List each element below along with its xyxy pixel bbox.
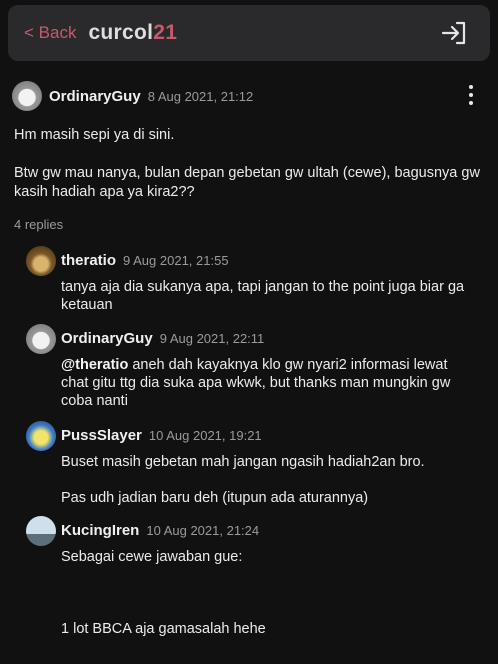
reply-author[interactable]: PussSlayer	[61, 427, 142, 444]
login-arrow-icon[interactable]	[440, 21, 468, 45]
avatar[interactable]	[26, 324, 56, 354]
reply-paragraph: tanya aja dia sukanya apa, tapi jangan t…	[61, 279, 465, 313]
reply-author[interactable]: KucingIren	[61, 522, 139, 539]
post-paragraph: Btw gw mau nanya, bulan depan gebetan gw…	[14, 165, 480, 200]
reply-author[interactable]: theratio	[61, 252, 116, 269]
reply-body: tanya aja dia sukanya apa, tapi jangan t…	[61, 278, 471, 314]
logo-accent-text: 21	[153, 21, 178, 44]
avatar[interactable]	[26, 516, 56, 546]
logo-main-text: curcol	[88, 21, 154, 44]
post-header: OrdinaryGuy 8 Aug 2021, 21:12	[12, 80, 486, 112]
reply-body: @theratio aneh dah kayaknya klo gw nyari…	[61, 356, 471, 410]
reply-date: 9 Aug 2021, 21:55	[123, 253, 229, 268]
avatar[interactable]	[26, 421, 56, 451]
reply-item: KucingIren 10 Aug 2021, 21:24 Sebagai ce…	[26, 516, 481, 646]
avatar[interactable]	[12, 81, 42, 111]
user-mention[interactable]: @theratio	[61, 357, 128, 373]
reply-paragraph: Sebagai cewe jawaban gue:	[61, 549, 243, 565]
top-header: < Back curcol21	[8, 5, 490, 61]
reply-paragraph: 1 lot BBCA aja gamasalah hehe	[61, 621, 266, 637]
reply-item: theratio 9 Aug 2021, 21:55 tanya aja dia…	[26, 246, 481, 320]
reply-body: Sebagai cewe jawaban gue: 1 lot BBCA aja…	[61, 548, 471, 638]
reply-paragraph: Buset masih gebetan mah jangan ngasih ha…	[61, 454, 425, 470]
post-body: Hm masih sepi ya di sini. Btw gw mau nan…	[14, 126, 484, 221]
more-vertical-icon[interactable]	[466, 83, 476, 107]
post-paragraph: Hm masih sepi ya di sini.	[14, 127, 175, 143]
reply-item: PussSlayer 10 Aug 2021, 19:21 Buset masi…	[26, 421, 481, 511]
reply-paragraph: Pas udh jadian baru deh (itupun ada atur…	[61, 490, 369, 506]
replies-count: 4 replies	[14, 217, 64, 232]
reply-body: Buset masih gebetan mah jangan ngasih ha…	[61, 453, 471, 507]
reply-date: 9 Aug 2021, 22:11	[159, 331, 265, 346]
reply-date: 10 Aug 2021, 19:21	[148, 428, 262, 443]
back-link[interactable]: < Back	[24, 23, 76, 43]
reply-author[interactable]: OrdinaryGuy	[61, 330, 153, 347]
post-author[interactable]: OrdinaryGuy	[49, 88, 141, 105]
site-logo[interactable]: curcol21	[88, 21, 177, 45]
avatar[interactable]	[26, 246, 56, 276]
reply-date: 10 Aug 2021, 21:24	[146, 523, 260, 538]
post-date: 8 Aug 2021, 21:12	[147, 88, 254, 104]
reply-item: OrdinaryGuy 9 Aug 2021, 22:11 @theratio …	[26, 324, 481, 414]
